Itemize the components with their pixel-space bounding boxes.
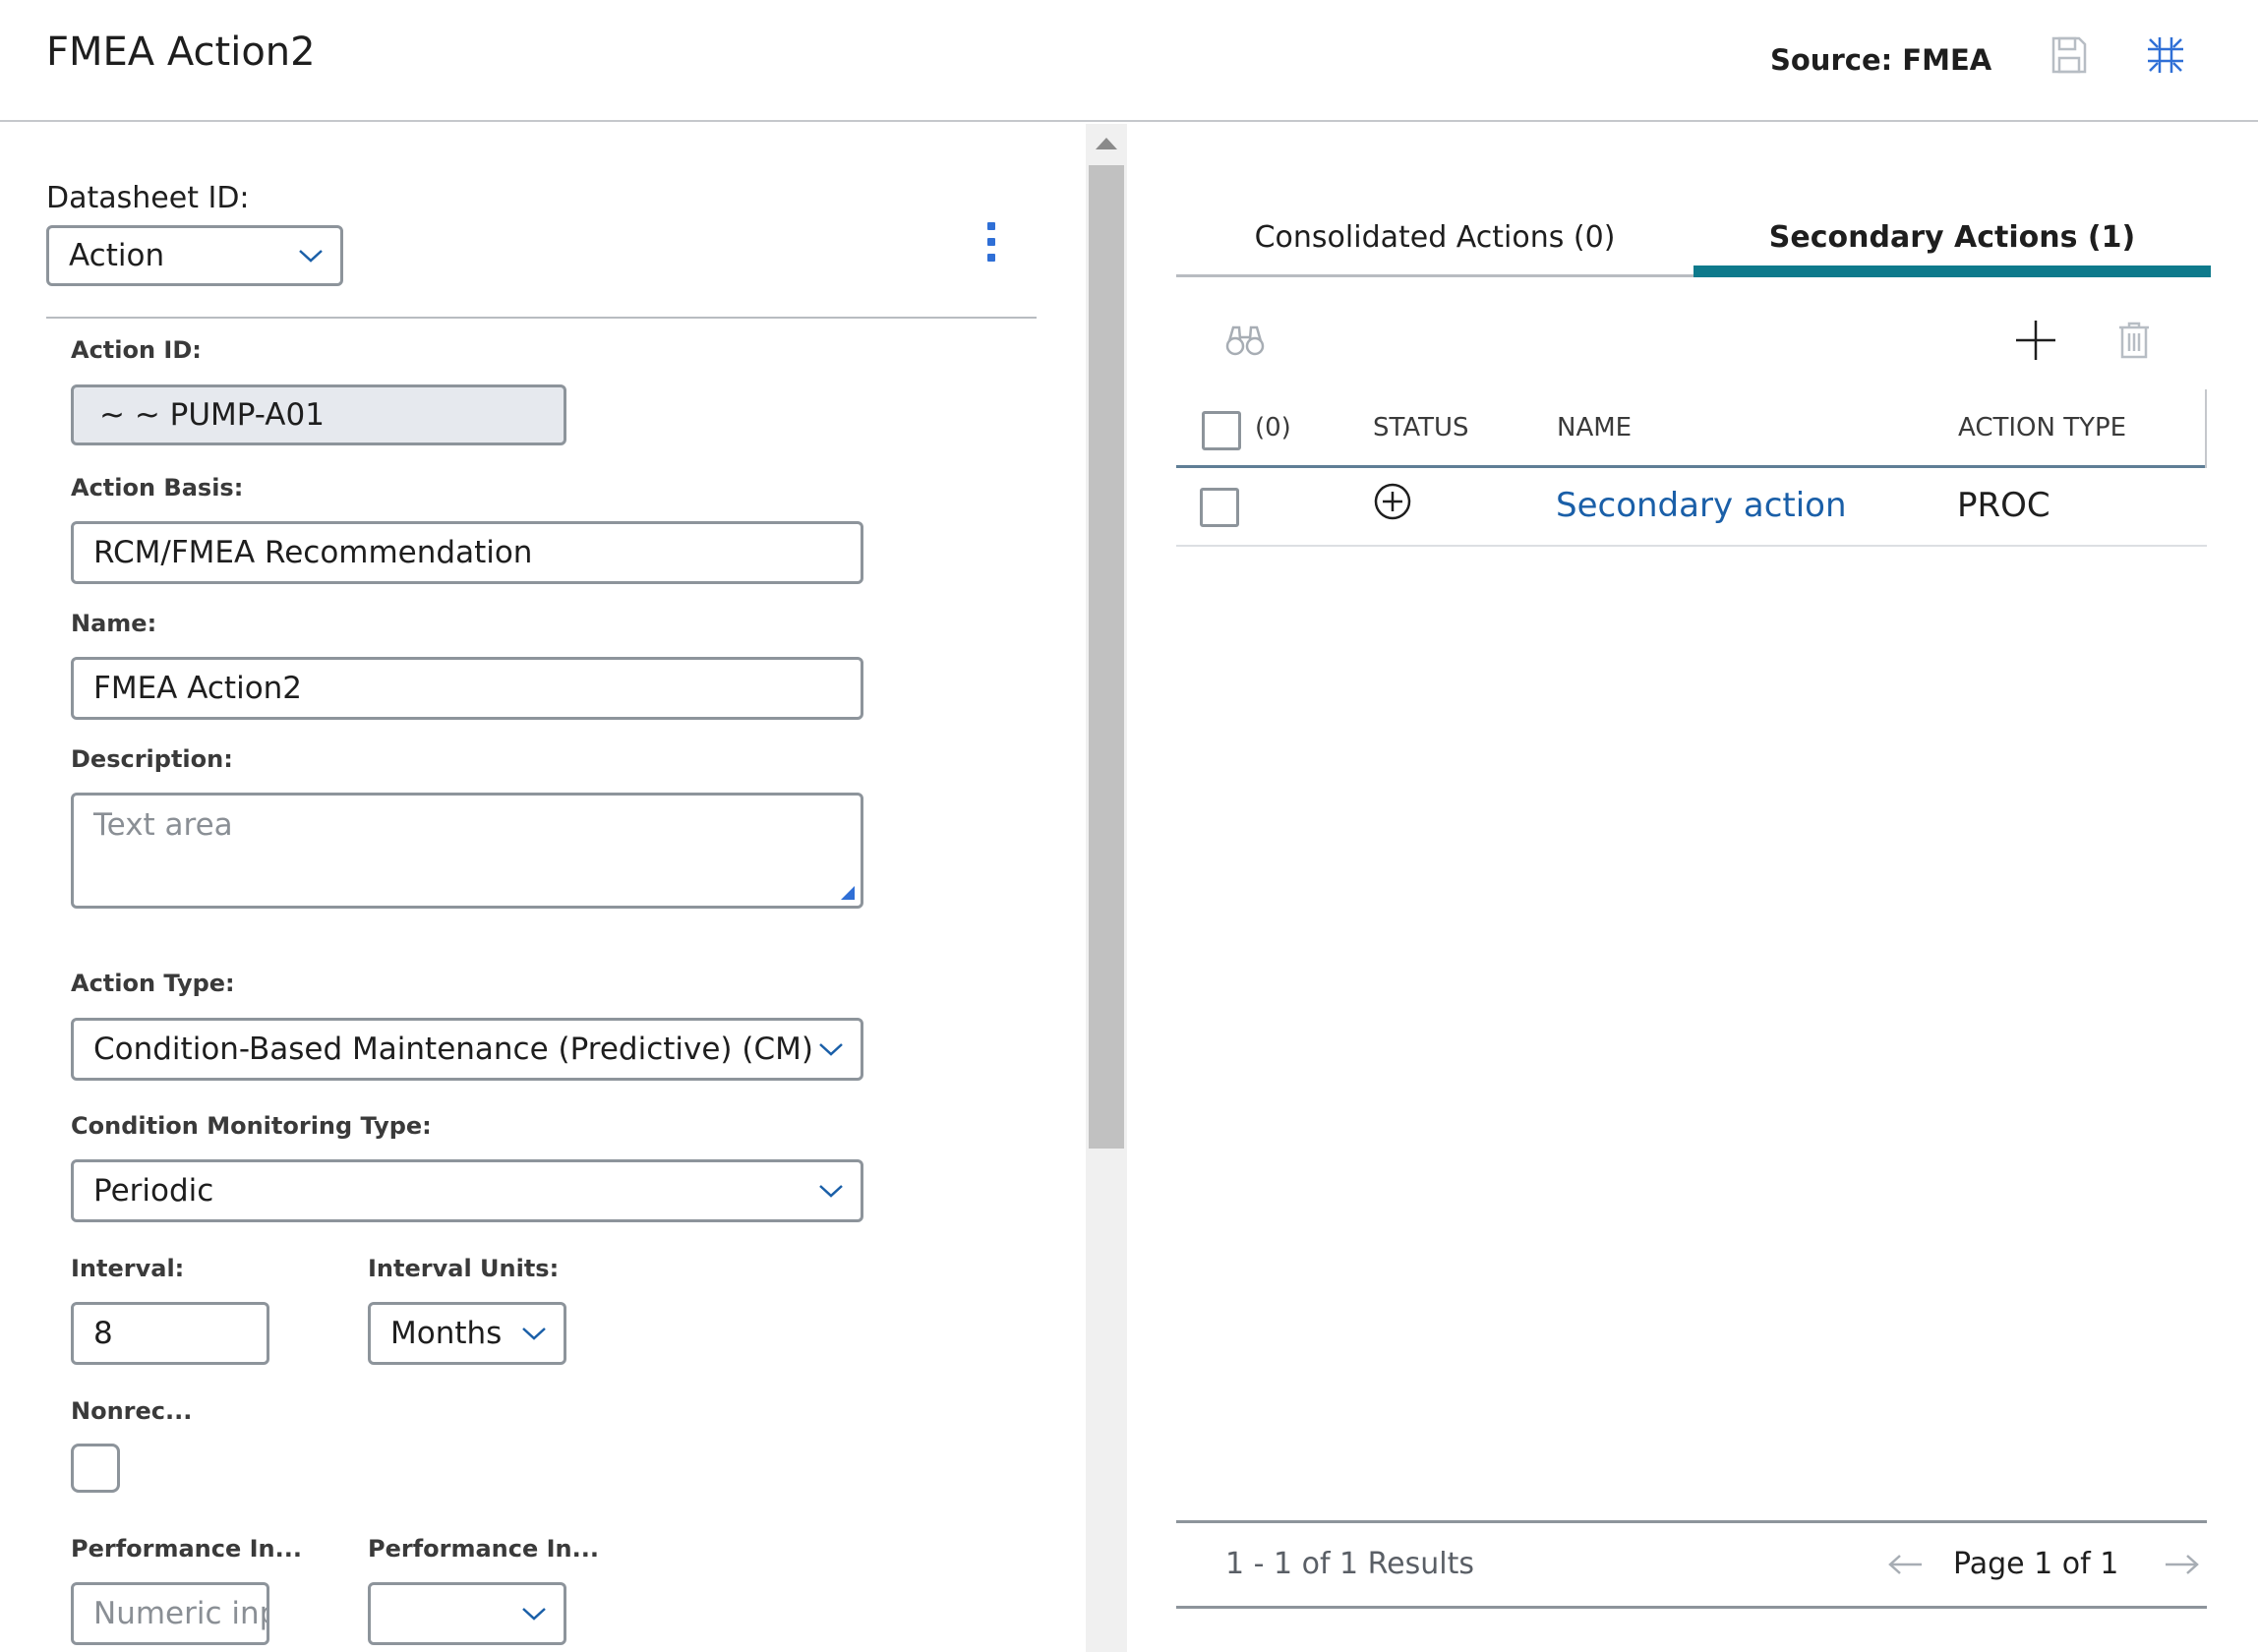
selected-count: (0) <box>1255 413 1291 442</box>
table-row: Secondary action PROC <box>1176 468 2207 547</box>
column-header-status[interactable]: STATUS <box>1373 413 1469 442</box>
chevron-down-icon <box>819 1185 843 1198</box>
name-field[interactable]: FMEA Action2 <box>71 657 863 720</box>
nonrecurring-checkbox[interactable] <box>71 1444 120 1493</box>
action-type-cell: PROC <box>1957 486 2050 525</box>
form-divider <box>46 317 1037 319</box>
interval-units-select[interactable]: Months <box>368 1302 566 1365</box>
interval-units-label: Interval Units: <box>368 1255 560 1282</box>
datasheet-id-value: Action <box>69 238 165 273</box>
results-count: 1 - 1 of 1 Results <box>1225 1547 1475 1581</box>
arrow-left-icon[interactable] <box>1884 1545 1928 1584</box>
performance-interval-field[interactable]: Numeric inp <box>71 1582 269 1645</box>
source-label: Source: FMEA <box>1770 43 1992 77</box>
action-basis-label: Action Basis: <box>71 474 244 502</box>
arrow-right-icon[interactable] <box>2160 1545 2203 1584</box>
chevron-down-icon <box>819 1043 843 1056</box>
plus-circle-icon[interactable] <box>1373 482 1412 530</box>
select-all-checkbox[interactable] <box>1202 411 1241 450</box>
action-type-label: Action Type: <box>71 970 235 997</box>
description-placeholder: Text area <box>93 807 233 843</box>
datasheet-id-label: Datasheet ID: <box>46 181 250 215</box>
column-header-action-type[interactable]: ACTION TYPE <box>1958 413 2126 442</box>
chevron-down-icon <box>522 1608 546 1621</box>
page-title: FMEA Action2 <box>46 30 316 75</box>
chevron-down-icon <box>299 250 323 263</box>
active-tab-indicator <box>1694 266 2211 277</box>
condition-monitoring-type-label: Condition Monitoring Type: <box>71 1112 432 1140</box>
datasheet-id-select[interactable]: Action <box>46 225 343 286</box>
datasheet-form: Datasheet ID: Action Action ID: ~ ~ PUMP… <box>0 124 1086 1652</box>
form-scrollbar[interactable] <box>1086 124 1127 1652</box>
column-header-name[interactable]: NAME <box>1557 413 1632 442</box>
grid-header: (0) STATUS NAME ACTION TYPE <box>1176 389 2207 468</box>
scroll-thumb[interactable] <box>1089 165 1124 1149</box>
action-type-value: Condition-Based Maintenance (Predictive)… <box>93 1032 813 1067</box>
page-header: FMEA Action2 Source: FMEA <box>0 0 2258 122</box>
collapse-icon[interactable] <box>2142 31 2189 79</box>
more-options-button[interactable] <box>983 222 999 262</box>
nonrecurring-label: Nonrec... <box>71 1397 193 1425</box>
trash-icon[interactable] <box>2110 317 2158 364</box>
resize-handle[interactable] <box>841 886 855 900</box>
description-label: Description: <box>71 745 233 773</box>
performance-interval-label-2: Performance In... <box>368 1535 599 1563</box>
interval-field[interactable]: 8 <box>71 1302 269 1365</box>
actions-panel: Consolidated Actions (0) Secondary Actio… <box>1127 124 2258 1652</box>
add-icon[interactable] <box>2012 317 2059 364</box>
description-textarea[interactable]: Text area <box>71 793 863 909</box>
tab-consolidated-actions[interactable]: Consolidated Actions (0) <box>1176 197 1694 277</box>
condition-monitoring-type-select[interactable]: Periodic <box>71 1159 863 1222</box>
name-label: Name: <box>71 610 157 637</box>
save-icon[interactable] <box>2046 31 2093 79</box>
grid-footer: 1 - 1 of 1 Results Page 1 of 1 <box>1176 1520 2207 1609</box>
row-checkbox[interactable] <box>1200 488 1239 527</box>
action-id-label: Action ID: <box>71 336 202 364</box>
chevron-down-icon <box>522 1328 546 1340</box>
interval-label: Interval: <box>71 1255 185 1282</box>
performance-interval-label-1: Performance In... <box>71 1535 302 1563</box>
actions-tabs: Consolidated Actions (0) Secondary Actio… <box>1176 197 2211 277</box>
grid-edge <box>2205 389 2207 468</box>
page-indicator: Page 1 of 1 <box>1953 1547 2119 1581</box>
interval-units-value: Months <box>390 1316 503 1351</box>
action-type-select[interactable]: Condition-Based Maintenance (Predictive)… <box>71 1018 863 1081</box>
action-name-link[interactable]: Secondary action <box>1556 486 1847 525</box>
binoculars-icon[interactable] <box>1221 317 1269 364</box>
scroll-up-arrow-icon[interactable] <box>1096 138 1117 149</box>
performance-interval-select[interactable] <box>368 1582 566 1645</box>
condition-monitoring-type-value: Periodic <box>93 1173 214 1209</box>
action-basis-field[interactable]: RCM/FMEA Recommendation <box>71 521 863 584</box>
action-id-field: ~ ~ PUMP-A01 <box>71 384 566 445</box>
